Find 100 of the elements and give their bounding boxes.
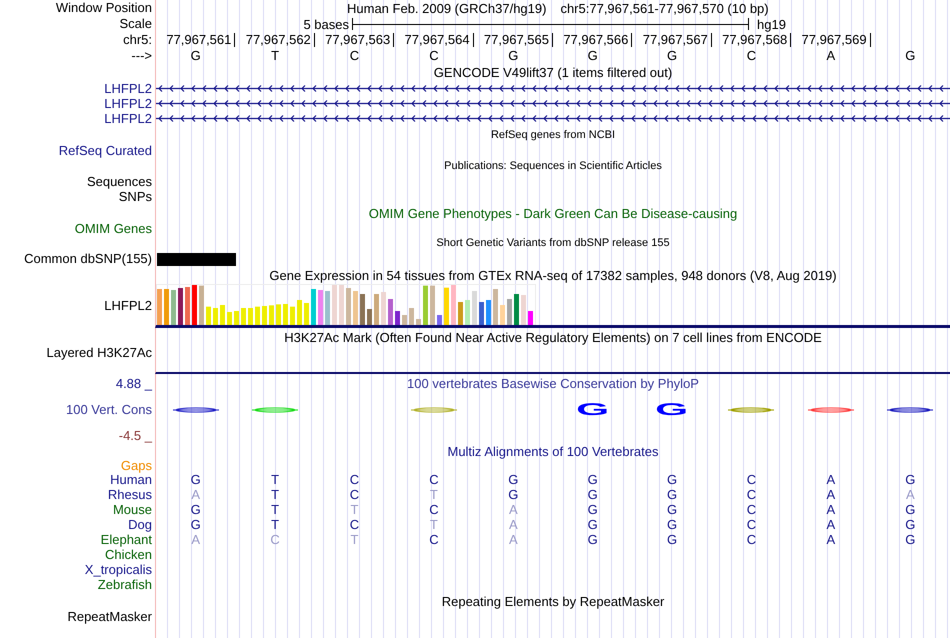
base-letter: C (746, 472, 756, 486)
position-label: 77,967,563 (325, 33, 394, 47)
logo-letter: G (656, 403, 689, 416)
track-label[interactable]: Common dbSNP(155) (24, 252, 152, 266)
base-letter: C (350, 472, 360, 486)
row-label: chr5: (123, 33, 152, 47)
base-letter: C (429, 48, 439, 63)
base-letter: C (746, 532, 756, 546)
track-label[interactable]: LHFPL2 (104, 299, 152, 313)
base-letter: C (746, 486, 756, 502)
base-letter: G (588, 502, 598, 516)
base-letter: G (508, 486, 518, 502)
track-label[interactable]: SNPs (118, 190, 152, 204)
base-letter: G (190, 48, 201, 63)
base-letter: G (905, 472, 916, 486)
base-letter: T (271, 516, 280, 532)
track-title: Publications: Sequences in Scientific Articles (444, 158, 662, 174)
position-label: 77,967,562 (246, 33, 315, 47)
base-letter: C (270, 532, 280, 546)
assembly-title: Human Feb. 2009 (GRCh37/hg19) (347, 0, 546, 16)
logo-letter: G (576, 403, 610, 416)
track-label[interactable]: Human (110, 472, 152, 486)
base-letter: G (905, 48, 916, 63)
base-letter: A (826, 48, 836, 63)
base-letter: G (905, 532, 916, 546)
base-letter: A (508, 516, 518, 532)
track-label[interactable]: Mouse (112, 502, 152, 516)
base-letter: T (271, 502, 280, 516)
base-letter: C (429, 502, 439, 516)
variant-bar[interactable] (157, 252, 236, 266)
position-label: 77,967,569 (802, 33, 871, 47)
track-title: H3K27Ac Mark (Often Found Near Active Regulatory Elements) on 7 cell lines from ENCODE (284, 330, 822, 344)
base-letter: G (588, 486, 598, 502)
base-letter: C (350, 486, 360, 502)
base-letter: G (588, 472, 598, 486)
position-label: 77,967,564 (404, 33, 474, 47)
row-label: Scale (119, 17, 152, 31)
base-letter: G (667, 486, 678, 502)
track-label[interactable]: RepeatMasker (67, 610, 152, 624)
track-label[interactable]: LHFPL2 (104, 82, 152, 96)
base-letter: A (826, 486, 836, 502)
base-letter: A (191, 486, 200, 502)
track-title: 100 vertebrates Basewise Conservation by PhyloP (407, 375, 699, 393)
base-letter: G (190, 472, 201, 486)
base-letter: G (508, 48, 518, 63)
base-letter: T (271, 486, 280, 502)
base-letter: C (746, 48, 756, 63)
track-title: OMIM Gene Phenotypes - Dark Green Can Be Disease-causing (368, 206, 738, 220)
base-letter: A (826, 502, 836, 516)
base-letter: C (746, 516, 756, 532)
track-label[interactable]: Elephant (100, 532, 152, 546)
assembly-label: hg19 (757, 16, 786, 32)
track-title: RefSeq genes from NCBI (490, 128, 616, 142)
base-letter: A (826, 516, 836, 532)
base-letter: G (190, 502, 201, 516)
track-label[interactable]: RefSeq Curated (58, 144, 152, 158)
strand-label: ---> (131, 49, 152, 63)
base-letter: A (826, 472, 836, 486)
track-label[interactable]: Rhesus (108, 488, 152, 502)
axis-max-label: 4.88 _ (116, 377, 152, 391)
base-letter: G (588, 516, 598, 532)
position-label: 77,967,567 (642, 33, 712, 47)
track-label[interactable]: Zebrafish (98, 578, 152, 592)
base-letter: G (667, 532, 678, 546)
base-letter: G (667, 502, 678, 516)
track-label[interactable]: 100 Vert. Cons (66, 403, 152, 417)
base-letter: A (191, 532, 200, 546)
track-title: Multiz Alignments of 100 Vertebrates (447, 444, 658, 459)
track-label[interactable]: Layered H3K27Ac (46, 346, 152, 360)
base-letter: C (350, 48, 360, 63)
base-letter: T (350, 502, 358, 516)
position-label: 77,967,561 (166, 33, 236, 47)
base-letter: G (190, 516, 201, 532)
position-label: 77,967,568 (722, 33, 792, 47)
track-label[interactable]: X_tropicalis (84, 562, 152, 576)
base-letter: G (905, 516, 916, 532)
track-title: Repeating Elements by RepeatMasker (442, 594, 664, 608)
base-letter: C (350, 516, 360, 532)
base-letter: T (271, 472, 280, 486)
track-label[interactable]: OMIM Genes (74, 222, 152, 236)
position-label: 77,967,566 (563, 33, 632, 47)
base-letter: A (508, 502, 518, 516)
base-letter: A (906, 486, 915, 502)
track-label[interactable]: LHFPL2 (104, 112, 152, 126)
base-letter: C (746, 502, 756, 516)
track-title: GENCODE V49lift37 (1 items filtered out) (434, 65, 672, 80)
track-label[interactable]: LHFPL2 (104, 96, 152, 110)
base-letter: T (430, 516, 438, 532)
base-letter: T (430, 486, 438, 502)
base-letter: C (429, 472, 439, 486)
track-label[interactable]: Sequences (86, 174, 152, 188)
base-letter: T (350, 532, 358, 546)
track-label[interactable]: Dog (128, 518, 152, 532)
base-letter: G (667, 516, 678, 532)
track-label[interactable]: Chicken (105, 548, 152, 562)
axis-min-label: -4.5 _ (118, 429, 152, 443)
base-letter: G (667, 48, 678, 63)
position-range: chr5:77,967,561-77,967,570 (10 bp) (560, 0, 769, 16)
track-title: Gene Expression in 54 tissues from GTEx RNA-seq of 17382 samples, 948 donors (V8, Aug 2019) (269, 268, 837, 283)
track-title: Short Genetic Variants from dbSNP release 155 (436, 236, 670, 251)
